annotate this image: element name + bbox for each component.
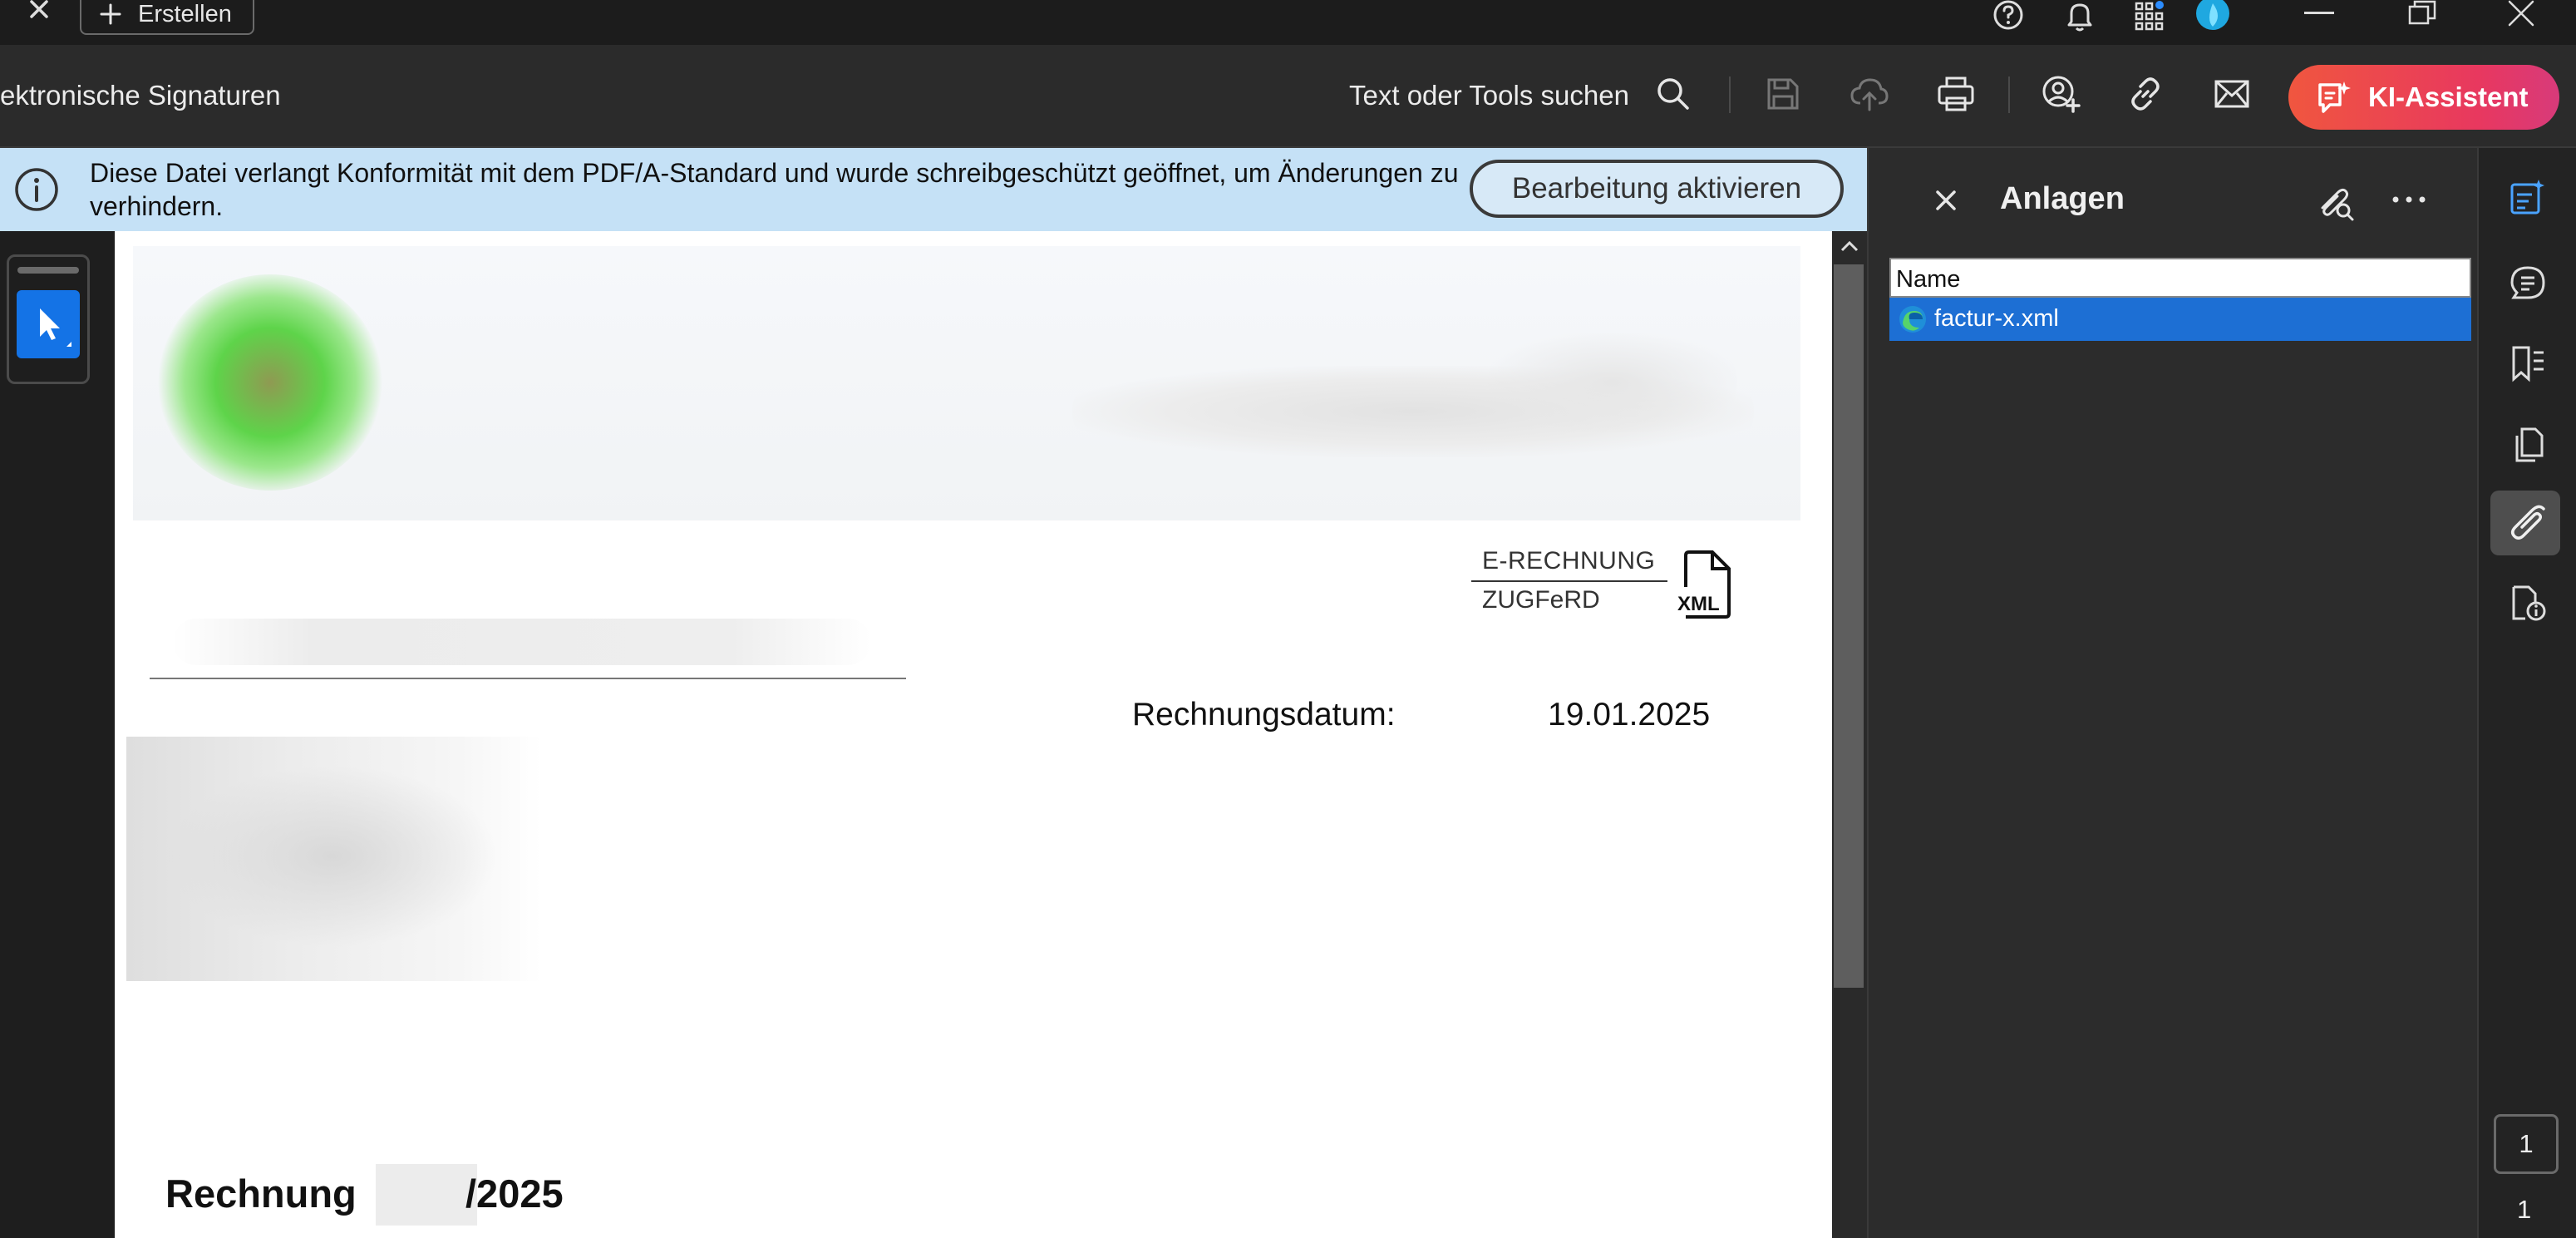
attachments-column-header[interactable]: Name xyxy=(1889,258,2471,298)
pdfa-info-banner: Diese Datei verlangt Konformität mit dem… xyxy=(0,148,1867,231)
left-tool-rail xyxy=(0,231,115,1238)
enable-editing-label: Bearbeitung aktivieren xyxy=(1511,172,1802,205)
profile-icon[interactable] xyxy=(2194,0,2231,37)
cloud-upload-icon[interactable] xyxy=(1849,73,1890,115)
xml-file-icon: XML xyxy=(1677,550,1731,619)
toolbar-separator xyxy=(1729,76,1731,113)
invoice-title: Rechnung xyxy=(165,1171,357,1216)
redacted-logo xyxy=(158,274,382,491)
info-icon xyxy=(15,168,58,211)
link-icon[interactable] xyxy=(2125,73,2166,115)
current-page: 1 xyxy=(2519,1129,2534,1158)
bookmark-icon[interactable] xyxy=(2507,343,2549,384)
paperclip-icon[interactable] xyxy=(2507,502,2549,544)
minimize-icon[interactable] xyxy=(2304,12,2334,14)
create-label: Erstellen xyxy=(138,0,232,27)
page-number-input[interactable]: 1 xyxy=(2494,1114,2559,1174)
ai-assistant-label: KI-Assistent xyxy=(2368,81,2529,112)
scroll-up-arrow-icon[interactable] xyxy=(1839,238,1860,254)
toolbar: ektronische Signaturen Text oder Tools s… xyxy=(0,45,2576,148)
xml-label: XML xyxy=(1677,593,1720,615)
column-header-name: Name xyxy=(1896,266,1961,293)
tool-palette xyxy=(7,254,90,384)
redacted-return-address xyxy=(173,619,871,665)
cursor-icon xyxy=(40,308,71,347)
edit-pdf-icon[interactable] xyxy=(2507,176,2549,218)
address-window-line xyxy=(150,678,906,679)
save-icon[interactable] xyxy=(1762,73,1804,115)
close-icon[interactable] xyxy=(25,0,53,28)
pages-icon[interactable] xyxy=(2507,424,2549,466)
search-icon[interactable] xyxy=(1652,73,1694,115)
zugferd-divider xyxy=(1471,580,1667,582)
redacted-recipient-2 xyxy=(166,765,499,948)
invoice-title-year: /2025 xyxy=(465,1171,564,1216)
tool-search-label[interactable]: Text oder Tools suchen xyxy=(1349,80,1629,111)
select-tool-button[interactable] xyxy=(17,290,80,358)
maximize-icon[interactable] xyxy=(2408,0,2436,27)
total-pages: 1 xyxy=(2517,1195,2532,1224)
document-properties-icon[interactable] xyxy=(2507,582,2549,624)
banner-message: Diese Datei verlangt Konformität mit dem… xyxy=(90,158,1459,221)
redacted-invoice-number xyxy=(376,1164,477,1226)
plus-icon xyxy=(100,3,121,25)
zugferd-label-bottom: ZUGFeRD xyxy=(1482,586,1600,614)
help-icon[interactable] xyxy=(1992,0,2025,33)
ai-assistant-icon xyxy=(2318,81,2351,113)
invoice-date-label: Rechnungsdatum: xyxy=(1132,697,1396,732)
right-tool-rail xyxy=(2477,148,2576,1238)
mail-icon[interactable] xyxy=(2211,73,2253,115)
attachment-row[interactable]: factur-x.xml xyxy=(1889,298,2471,341)
panel-title: Anlagen xyxy=(2000,181,2125,216)
toolbar-separator xyxy=(2008,76,2010,113)
title-bar: Erstellen xyxy=(0,0,2576,45)
more-options-icon[interactable] xyxy=(2391,193,2427,206)
attachment-name: factur-x.xml xyxy=(1934,305,2059,332)
invoice-date-value: 19.01.2025 xyxy=(1548,697,1711,732)
redacted-sender-info-2 xyxy=(1488,333,1737,432)
zugferd-label-top: E-RECHNUNG xyxy=(1482,547,1656,575)
toolbar-title: ektronische Signaturen xyxy=(0,80,281,111)
panel-close-icon[interactable] xyxy=(1935,190,1957,211)
palette-grip[interactable] xyxy=(17,267,79,274)
edge-browser-icon xyxy=(1899,306,1926,333)
window-close-icon[interactable] xyxy=(2506,0,2536,28)
print-icon[interactable] xyxy=(1935,73,1977,115)
share-user-icon[interactable] xyxy=(2040,73,2081,115)
scrollbar-thumb[interactable] xyxy=(1834,264,1864,988)
create-button[interactable]: Erstellen xyxy=(80,0,254,35)
ai-assistant-button[interactable]: KI-Assistent xyxy=(2288,65,2559,130)
attachment-search-icon[interactable] xyxy=(2316,183,2356,223)
enable-editing-button[interactable]: Bearbeitung aktivieren xyxy=(1470,160,1844,218)
bell-icon[interactable] xyxy=(2063,0,2096,33)
comment-icon[interactable] xyxy=(2507,263,2549,304)
apps-icon[interactable] xyxy=(2133,0,2166,33)
